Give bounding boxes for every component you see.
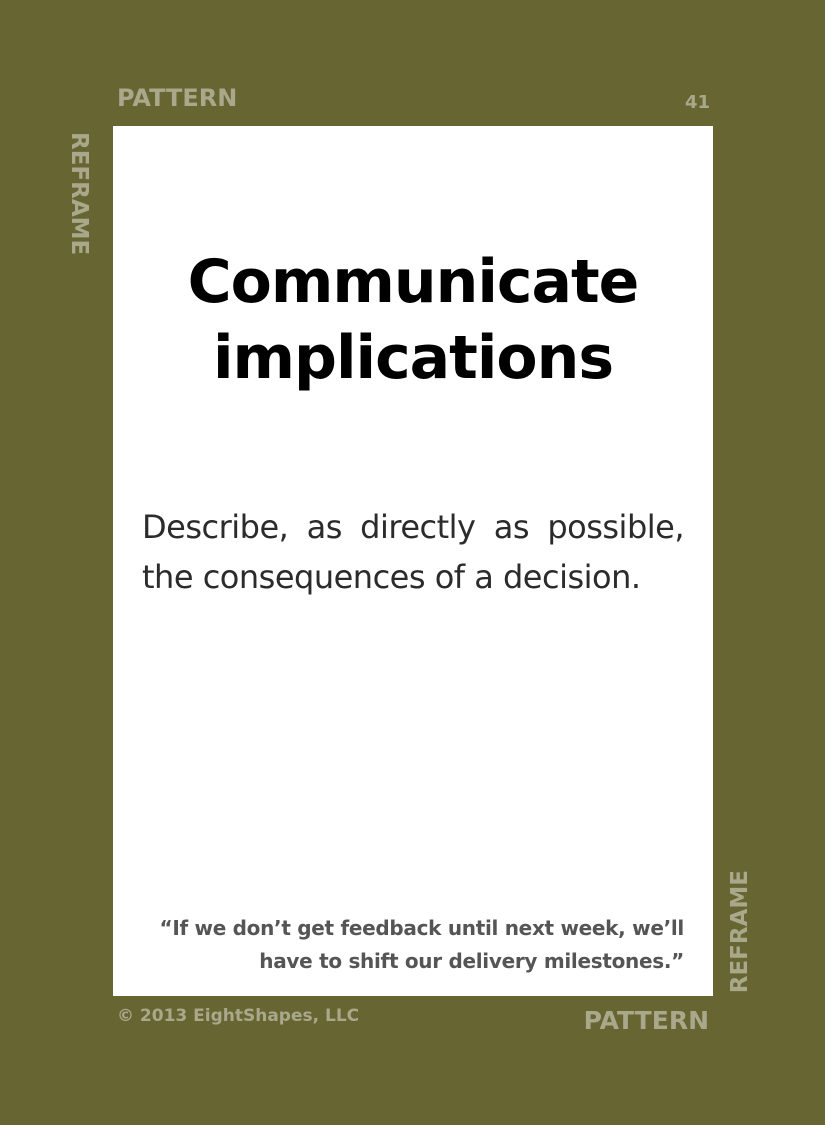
category-label-top: PATTERN: [117, 84, 238, 112]
card-panel: Communicate implications Describe, as di…: [113, 126, 713, 996]
group-label-right: REFRAME: [727, 870, 753, 994]
copyright-text: © 2013 EightShapes, LLC: [117, 1006, 360, 1026]
card-description: Describe, as directly as possible, the c…: [142, 508, 685, 596]
group-label-left: REFRAME: [66, 132, 92, 256]
card-number: 41: [684, 92, 710, 113]
card-title: Communicate implications: [187, 247, 640, 393]
category-label-bottom: PATTERN: [583, 1006, 709, 1035]
card-quote: “If we don’t get feedback until next wee…: [159, 916, 684, 973]
